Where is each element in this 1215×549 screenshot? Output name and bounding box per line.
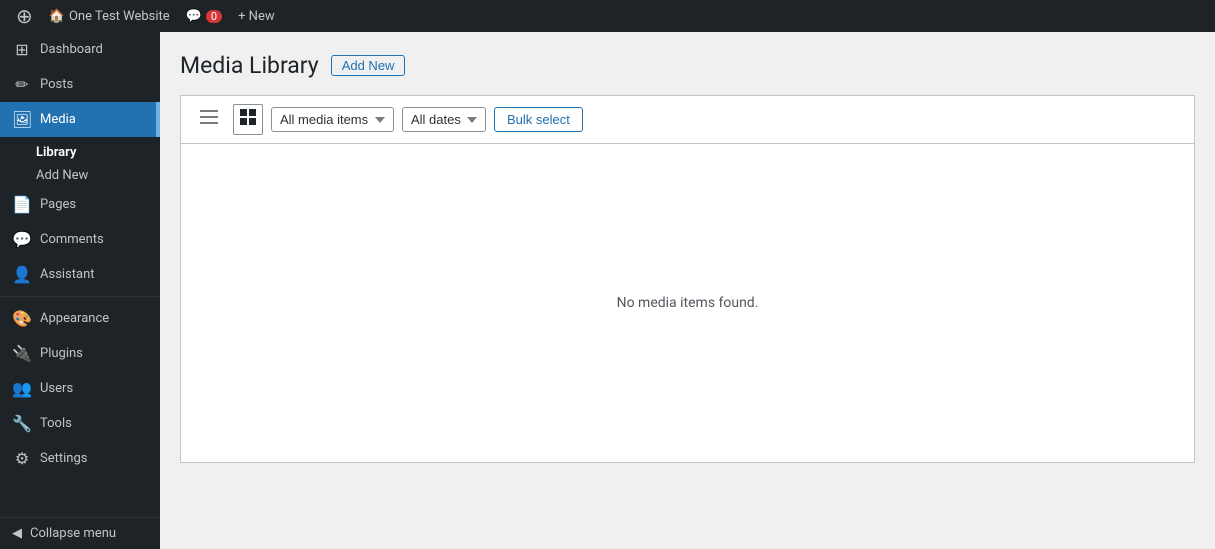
page-header: Media Library Add New [180,52,1195,79]
sidebar-item-comments-label: Comments [40,232,104,247]
tools-icon: 🔧 [12,414,32,433]
sidebar-item-appearance-label: Appearance [40,311,109,326]
comments-badge: 0 [206,10,222,23]
sidebar-item-assistant-label: Assistant [40,267,95,282]
sidebar-item-users-label: Users [40,381,73,396]
content-area: Media Library Add New All media ite [160,32,1215,549]
media-type-filter[interactable]: All media itemsImagesAudioVideoDocuments… [271,107,394,132]
media-icon: 🖼 [12,110,32,129]
sidebar-sub-add-new[interactable]: Add New [0,164,160,187]
grid-view-button[interactable] [233,104,263,135]
sidebar-item-assistant[interactable]: 👤 Assistant [0,257,160,292]
grid-view-icon [240,109,256,125]
sidebar-item-comments[interactable]: 💬 Comments [0,222,160,257]
list-view-icon [200,110,218,124]
sidebar-item-dashboard[interactable]: ⊞ Dashboard [0,32,160,67]
sidebar-item-pages[interactable]: 📄 Pages [0,187,160,222]
posts-icon: ✏ [12,75,32,94]
comments-nav-icon: 💬 [12,230,32,249]
no-media-message: No media items found. [617,295,759,311]
sidebar-item-media-label: Media [40,112,76,127]
sidebar-item-tools[interactable]: 🔧 Tools [0,406,160,441]
library-sub-label: Library [36,145,76,160]
new-label: + New [238,9,275,24]
sidebar-item-tools-label: Tools [40,416,72,431]
media-section-library: Library [0,137,160,164]
sidebar-item-posts[interactable]: ✏ Posts [0,67,160,102]
comments-link[interactable]: 💬 0 [178,0,230,32]
collapse-icon: ◀ [12,526,22,541]
sidebar-item-plugins[interactable]: 🔌 Plugins [0,336,160,371]
add-new-button[interactable]: Add New [331,55,406,76]
wp-logo-icon: ⊕ [16,4,33,28]
appearance-icon: 🎨 [12,309,32,328]
admin-bar: ⊕ 🏠 One Test Website 💬 0 + New [0,0,1215,32]
home-icon: 🏠 [49,9,65,24]
site-name: One Test Website [69,9,170,24]
assistant-icon: 👤 [12,265,32,284]
sidebar-divider-1 [0,296,160,297]
plugins-icon: 🔌 [12,344,32,363]
collapse-label: Collapse menu [30,526,116,541]
wp-logo-link[interactable]: ⊕ [8,0,41,32]
sidebar-item-dashboard-label: Dashboard [40,42,103,57]
sidebar-item-settings[interactable]: ⚙ Settings [0,441,160,476]
pages-icon: 📄 [12,195,32,214]
media-grid-area: No media items found. [180,143,1195,463]
sidebar-item-settings-label: Settings [40,451,87,466]
sidebar-item-appearance[interactable]: 🎨 Appearance [0,301,160,336]
bulk-select-button[interactable]: Bulk select [494,107,583,132]
sidebar: ⊞ Dashboard ✏ Posts 🖼 Media Library Add … [0,32,160,549]
sidebar-item-pages-label: Pages [40,197,76,212]
users-icon: 👥 [12,379,32,398]
sidebar-item-plugins-label: Plugins [40,346,83,361]
date-filter[interactable]: All dates [402,107,486,132]
collapse-menu-button[interactable]: ◀ Collapse menu [0,517,160,549]
sidebar-item-media[interactable]: 🖼 Media [0,102,160,137]
comments-icon: 💬 [186,9,202,24]
add-new-sub-label: Add New [36,168,88,183]
list-view-button[interactable] [193,105,225,134]
new-content-link[interactable]: + New [230,0,283,32]
sidebar-item-users[interactable]: 👥 Users [0,371,160,406]
dashboard-icon: ⊞ [12,40,32,59]
site-name-link[interactable]: 🏠 One Test Website [41,0,178,32]
settings-icon: ⚙ [12,449,32,468]
media-toolbar: All media itemsImagesAudioVideoDocuments… [180,95,1195,143]
page-title: Media Library [180,52,319,79]
sidebar-bottom: ◀ Collapse menu [0,517,160,549]
main-layout: ⊞ Dashboard ✏ Posts 🖼 Media Library Add … [0,32,1215,549]
sidebar-item-posts-label: Posts [40,77,73,92]
